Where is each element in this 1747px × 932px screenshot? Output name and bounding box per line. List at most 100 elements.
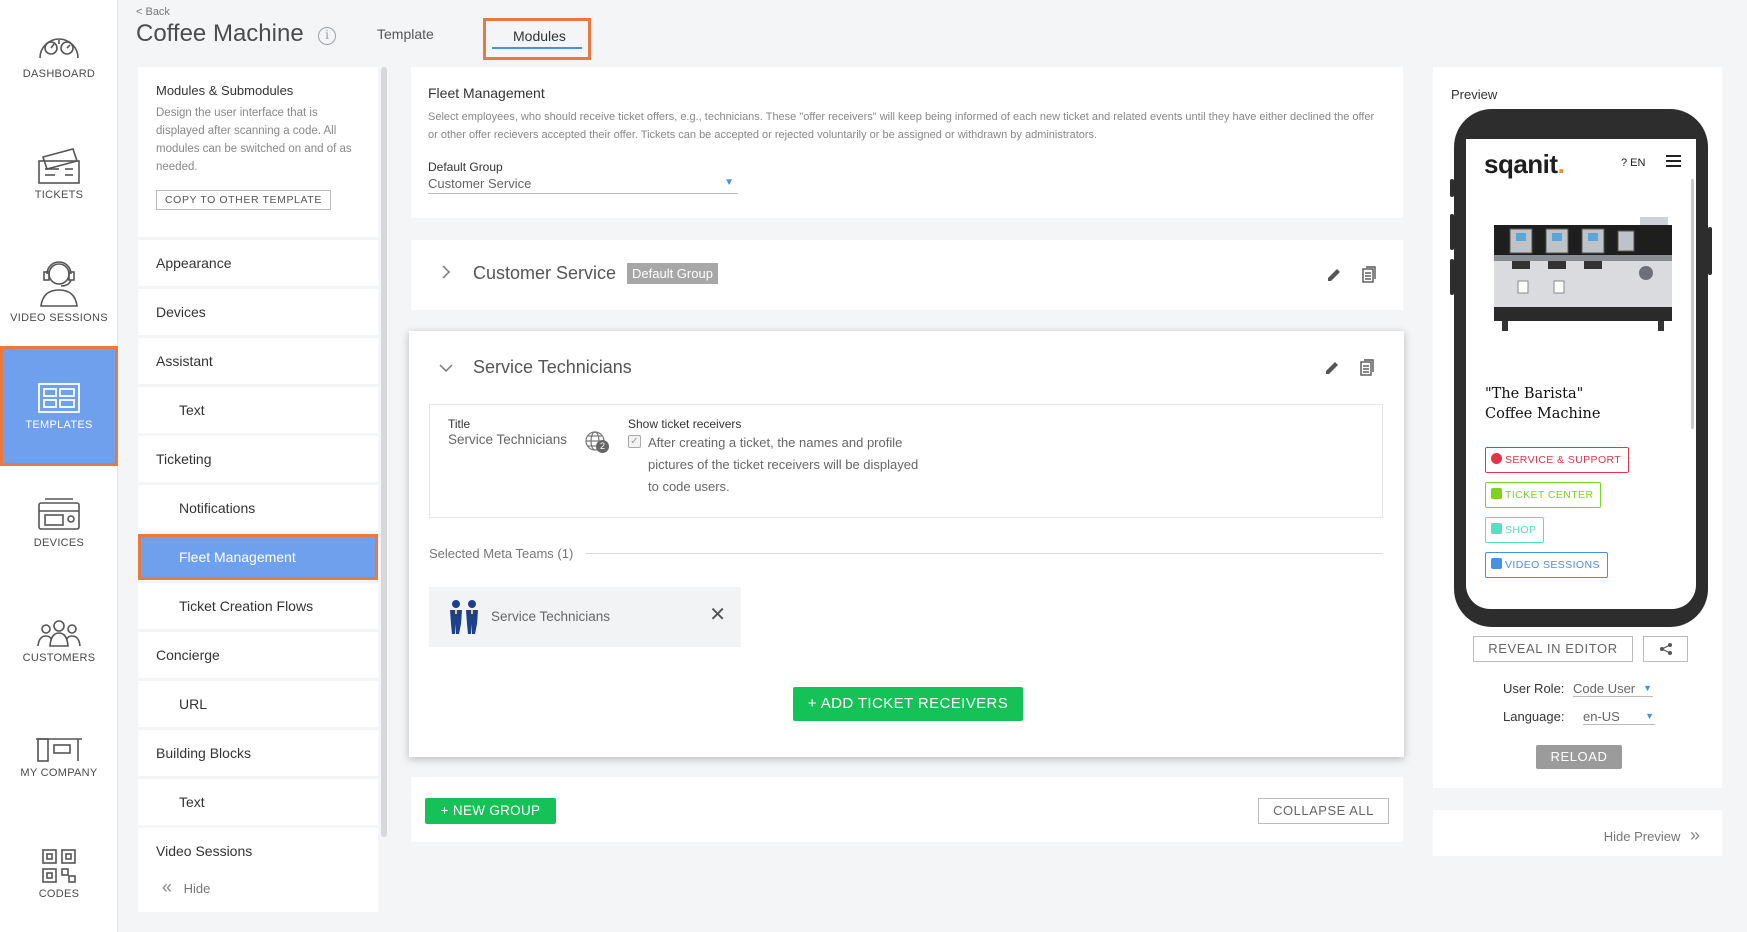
show-receivers-label: Show ticket receivers bbox=[628, 417, 742, 431]
technicians-avatar-icon bbox=[450, 600, 478, 634]
default-group-label: Default Group bbox=[428, 160, 503, 174]
caret-down-icon: ▼ bbox=[724, 177, 734, 188]
hide-label: Hide bbox=[183, 881, 211, 896]
double-chevron-left-icon: « bbox=[162, 877, 173, 897]
reveal-in-editor-button[interactable]: REVEAL IN EDITOR bbox=[1473, 636, 1633, 662]
groups-footer: + NEW GROUP COLLAPSE ALL bbox=[411, 777, 1403, 842]
submodule-fleet-management[interactable]: Fleet Management bbox=[138, 534, 378, 580]
info-icon[interactable]: i bbox=[318, 27, 336, 45]
hide-modules-button[interactable]: « Hide bbox=[138, 865, 378, 912]
group-customer-service: Customer Service Default Group bbox=[411, 240, 1403, 310]
collapse-all-button[interactable]: COLLAPSE ALL bbox=[1258, 798, 1389, 824]
nav-customers-label: CUSTOMERS bbox=[22, 652, 96, 664]
share-button[interactable] bbox=[1643, 636, 1688, 662]
module-concierge[interactable]: Concierge bbox=[138, 632, 378, 678]
remove-team-close-icon[interactable]: ✕ bbox=[709, 602, 726, 627]
service-support-button[interactable]: SERVICE & SUPPORT bbox=[1485, 447, 1630, 473]
back-link[interactable]: < Back bbox=[136, 6, 170, 18]
meta-team-chip: Service Technicians ✕ bbox=[429, 587, 741, 647]
user-role-label: User Role: bbox=[1503, 681, 1565, 696]
hide-preview-button[interactable]: Hide Preview » bbox=[1604, 825, 1700, 846]
shop-label: SHOP bbox=[1505, 524, 1537, 536]
tab-modules[interactable]: Modules bbox=[483, 18, 591, 60]
lifebuoy-icon bbox=[1491, 453, 1502, 464]
phone-side-button bbox=[1450, 214, 1454, 250]
submodule-building-blocks-text[interactable]: Text bbox=[138, 779, 378, 825]
nav-my-company[interactable]: MY COMPANY bbox=[0, 735, 118, 779]
module-ticketing[interactable]: Ticketing bbox=[138, 436, 378, 482]
module-assistant[interactable]: Assistant bbox=[138, 338, 378, 384]
phone-scrollbar[interactable] bbox=[1691, 179, 1694, 429]
copy-icon[interactable] bbox=[1359, 266, 1377, 284]
tab-template[interactable]: Template bbox=[377, 26, 434, 42]
modules-description: Design the user interface that is displa… bbox=[156, 107, 352, 173]
show-receivers-checkbox[interactable]: ✓ bbox=[628, 435, 641, 448]
video-icon bbox=[1491, 558, 1502, 569]
group-title[interactable]: Customer Service bbox=[473, 263, 616, 284]
module-building-blocks[interactable]: Building Blocks bbox=[138, 730, 378, 776]
help-language-selector[interactable]: ? EN bbox=[1621, 157, 1645, 169]
new-group-button[interactable]: + NEW GROUP bbox=[425, 798, 556, 824]
nav-codes[interactable]: CODES bbox=[0, 848, 118, 900]
pencil-icon[interactable] bbox=[1323, 359, 1341, 377]
hamburger-menu-icon[interactable] bbox=[1666, 155, 1681, 167]
nav-devices[interactable]: DEVICES bbox=[0, 497, 118, 549]
ticket-center-button[interactable]: TICKET CENTER bbox=[1485, 482, 1602, 508]
shop-button[interactable]: SHOP bbox=[1485, 517, 1545, 543]
nav-video-sessions[interactable]: VIDEO SESSIONS bbox=[0, 258, 118, 324]
fleet-management-card: Fleet Management Select employees, who s… bbox=[411, 67, 1403, 218]
default-group-select[interactable]: Customer Service ▼ bbox=[428, 174, 738, 194]
copy-to-other-template-button[interactable]: COPY TO OTHER TEMPLATE bbox=[156, 190, 331, 210]
submodule-notifications[interactable]: Notifications bbox=[138, 485, 378, 531]
translation-count-badge: 2 bbox=[596, 440, 609, 453]
divider bbox=[586, 553, 1383, 554]
nav-devices-label: DEVICES bbox=[33, 537, 85, 549]
default-group-value: Customer Service bbox=[428, 176, 532, 191]
double-chevron-right-icon: » bbox=[1689, 825, 1700, 845]
product-heading: "The Barista" Coffee Machine bbox=[1485, 384, 1600, 424]
default-group-badge: Default Group bbox=[627, 263, 718, 284]
selected-meta-teams-label: Selected Meta Teams (1) bbox=[429, 546, 574, 561]
globe-translation-icon[interactable]: 2 bbox=[584, 430, 609, 454]
video-sessions-button[interactable]: VIDEO SESSIONS bbox=[1485, 552, 1608, 578]
module-devices[interactable]: Devices bbox=[138, 289, 378, 335]
user-role-value: Code User bbox=[1573, 681, 1636, 696]
qr-code-icon bbox=[42, 849, 76, 883]
caret-down-icon: ▼ bbox=[1645, 711, 1654, 721]
submodule-assistant-text[interactable]: Text bbox=[138, 387, 378, 433]
add-ticket-receivers-button[interactable]: + ADD TICKET RECEIVERS bbox=[793, 687, 1023, 721]
pencil-icon[interactable] bbox=[1325, 266, 1343, 284]
ticket-icon bbox=[1491, 488, 1502, 499]
shop-icon bbox=[1491, 523, 1502, 534]
product-heading-line1: "The Barista" bbox=[1485, 386, 1584, 402]
nav-templates[interactable]: TEMPLATES bbox=[0, 346, 118, 466]
phone-notch bbox=[1518, 109, 1644, 131]
nav-dashboard-label: DASHBOARD bbox=[22, 68, 96, 80]
reload-button[interactable]: RELOAD bbox=[1536, 745, 1622, 769]
devices-icon bbox=[38, 498, 80, 530]
brand-dot: . bbox=[1557, 149, 1565, 179]
hide-preview-bar: Hide Preview » bbox=[1433, 810, 1722, 856]
copy-icon[interactable] bbox=[1357, 359, 1375, 377]
modules-scrollbar[interactable] bbox=[381, 67, 387, 837]
nav-customers[interactable]: CUSTOMERS bbox=[0, 618, 118, 664]
chevron-down-icon[interactable] bbox=[438, 363, 454, 373]
title-label: Title bbox=[448, 417, 471, 431]
language-label: Language: bbox=[1503, 709, 1565, 724]
nav-dashboard[interactable]: DASHBOARD bbox=[0, 30, 118, 80]
user-role-select[interactable]: Code User ▼ bbox=[1573, 681, 1653, 697]
submodule-ticket-creation-flows[interactable]: Ticket Creation Flows bbox=[138, 583, 378, 629]
title-value[interactable]: Service Technicians bbox=[448, 432, 567, 447]
caret-down-icon: ▼ bbox=[1643, 683, 1652, 693]
nav-tickets-label: TICKETS bbox=[34, 189, 84, 201]
chevron-right-icon[interactable] bbox=[441, 264, 451, 280]
group-title[interactable]: Service Technicians bbox=[473, 357, 632, 378]
module-appearance[interactable]: Appearance bbox=[138, 240, 378, 286]
modules-panel: Modules & Submodules Design the user int… bbox=[138, 67, 378, 912]
nav-tickets[interactable]: TICKETS bbox=[0, 145, 118, 201]
tickets-icon bbox=[38, 148, 80, 184]
submodule-url[interactable]: URL bbox=[138, 681, 378, 727]
share-icon bbox=[1660, 643, 1672, 655]
language-select[interactable]: en-US ▼ bbox=[1583, 709, 1655, 725]
brand-name: sqanit bbox=[1484, 149, 1558, 179]
